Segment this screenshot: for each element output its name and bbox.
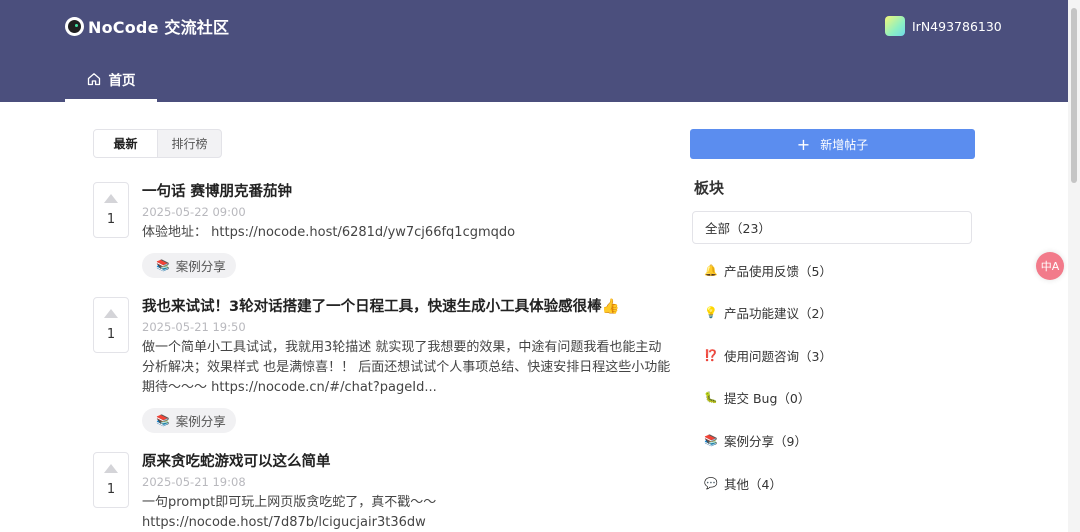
logo-icon	[65, 16, 84, 36]
books-icon: 📚	[156, 259, 170, 272]
category-suggestion[interactable]: 💡 产品功能建议（2）	[692, 296, 972, 329]
category-label: 产品功能建议（2）	[724, 306, 832, 322]
category-showcase[interactable]: 📚 案例分享（9）	[692, 424, 972, 457]
scrollbar-thumb[interactable]	[1071, 8, 1077, 183]
post-content: 做一个简单小工具试试，我就用3轮描述 就实现了我想要的效果，中途有问题我看也能主…	[142, 340, 671, 395]
category-bug[interactable]: 🐛 提交 Bug（0）	[692, 381, 972, 414]
bell-icon: 🔔	[704, 263, 718, 277]
vote-box[interactable]: 1	[93, 297, 129, 353]
category-label: 使用问题咨询（3）	[724, 348, 832, 364]
post-title[interactable]: 我也来试试！3轮对话搭建了一个日程工具，快速生成小工具体验感很棒👍	[142, 297, 672, 317]
category-all[interactable]: 全部（23）	[692, 211, 972, 244]
section-title: 板块	[694, 179, 725, 197]
bug-icon: 🐛	[704, 391, 718, 405]
post-title[interactable]: 一句话 赛博朋克番茄钟	[142, 182, 672, 202]
post-tag-label: 案例分享	[175, 414, 226, 429]
vote-count: 1	[106, 212, 116, 227]
category-label: 其他（4）	[724, 476, 782, 492]
category-list: 全部（23） 🔔 产品使用反馈（5） 💡 产品功能建议（2） ⁉️ 使用问题咨询…	[692, 211, 972, 509]
category-label: 全部（23）	[705, 221, 771, 236]
nav-home-label: 首页	[108, 72, 136, 89]
upvote-icon[interactable]	[104, 464, 118, 473]
brand[interactable]: NoCode 交流社区	[65, 14, 229, 38]
user-menu[interactable]: IrN493786130	[885, 16, 1002, 36]
vote-count: 1	[106, 482, 116, 497]
category-question[interactable]: ⁉️ 使用问题咨询（3）	[692, 339, 972, 372]
vote-count: 1	[106, 327, 116, 342]
post-date: 2025-05-21 19:08	[142, 475, 246, 489]
category-label: 提交 Bug（0）	[724, 391, 811, 407]
post-content: 体验地址： https://nocode.host/6281d/yw7cj66f…	[142, 225, 516, 240]
site-title: NoCode 交流社区	[88, 18, 230, 37]
post-content: 一句prompt即可玩上网页版贪吃蛇了，真不戳～～ https://nocode…	[142, 495, 437, 530]
post-tag-label: 案例分享	[175, 259, 226, 274]
post-date: 2025-05-21 19:50	[142, 320, 246, 334]
post-title[interactable]: 原来贪吃蛇游戏可以这么简单	[142, 452, 672, 472]
scrollbar[interactable]	[1068, 0, 1080, 532]
upvote-icon[interactable]	[104, 309, 118, 318]
sort-tabs: 最新 排行榜	[93, 129, 222, 158]
vote-box[interactable]: 1	[93, 182, 129, 238]
question-icon: ⁉️	[704, 348, 718, 362]
category-label: 案例分享（9）	[724, 433, 807, 449]
translate-button[interactable]: 中A	[1036, 252, 1064, 280]
category-label: 产品使用反馈（5）	[724, 263, 832, 279]
tab-latest[interactable]: 最新	[94, 130, 158, 157]
plus-icon: +	[796, 134, 811, 154]
tab-ranking[interactable]: 排行榜	[158, 130, 221, 157]
avatar	[885, 16, 905, 36]
post-tag[interactable]: 📚 案例分享	[142, 408, 236, 433]
lightbulb-icon: 💡	[704, 306, 718, 320]
post-date: 2025-05-22 09:00	[142, 205, 246, 219]
user-name: IrN493786130	[912, 18, 1002, 34]
home-icon	[87, 72, 100, 85]
books-icon: 📚	[704, 433, 718, 447]
books-icon: 📚	[156, 414, 170, 427]
nav-tab-home[interactable]: 首页	[65, 58, 157, 102]
top-header: NoCode 交流社区 IrN493786130 首页	[0, 0, 1068, 102]
vote-box[interactable]: 1	[93, 452, 129, 508]
speech-bubble-icon: 💬	[704, 476, 718, 490]
post-tag[interactable]: 📚 案例分享	[142, 253, 236, 278]
category-feedback[interactable]: 🔔 产品使用反馈（5）	[692, 254, 972, 287]
category-other[interactable]: 💬 其他（4）	[692, 467, 972, 500]
new-post-label: 新增帖子	[820, 137, 869, 152]
new-post-button[interactable]: + 新增帖子	[690, 129, 975, 159]
upvote-icon[interactable]	[104, 194, 118, 203]
